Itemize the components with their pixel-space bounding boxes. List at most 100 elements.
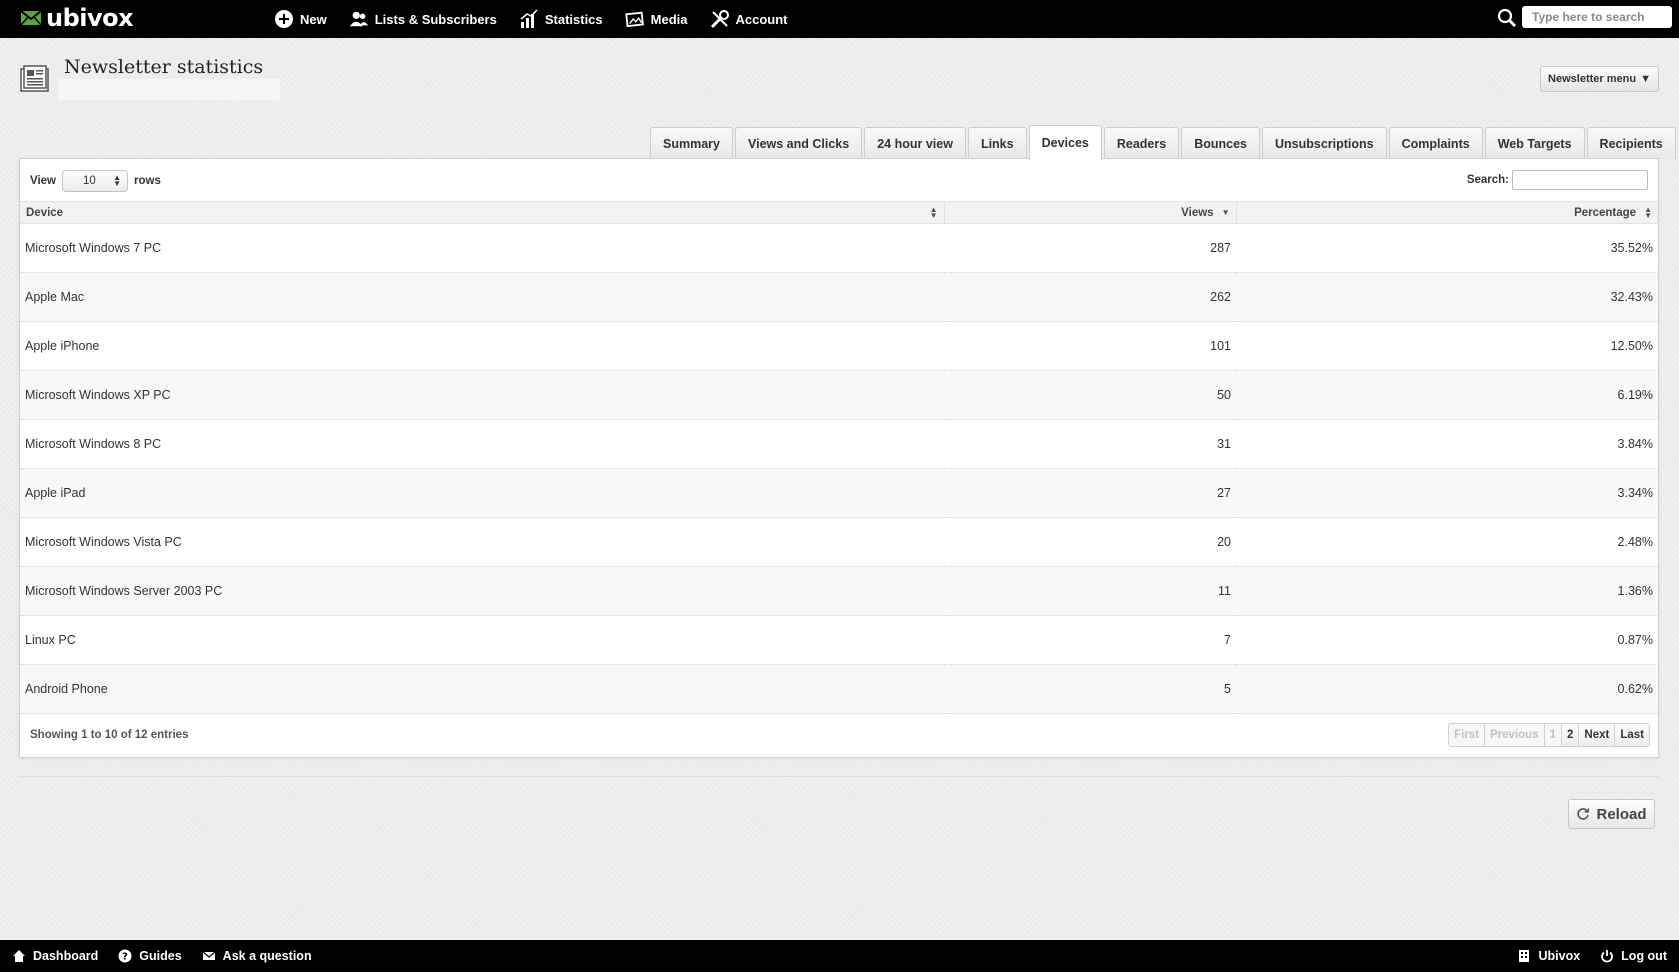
nav-new-label: New [300, 11, 327, 27]
nav-new[interactable]: New [274, 9, 327, 29]
tab-24-hour-view[interactable]: 24 hour view [864, 127, 966, 159]
views-cell: 11 [944, 566, 1236, 616]
percentage-cell: 3.34% [1236, 468, 1658, 518]
table-row: Apple Mac 262 32.43% [20, 272, 1658, 322]
table-row: Microsoft Windows Vista PC 20 2.48% [20, 517, 1658, 567]
mail-icon [202, 951, 216, 960]
device-cell: Android Phone [20, 664, 944, 714]
pager-last-button[interactable]: Last [1614, 723, 1650, 747]
views-cell: 287 [944, 223, 1236, 273]
column-header-views[interactable]: Views ▼ [943, 201, 1236, 224]
tab-complaints[interactable]: Complaints [1388, 127, 1483, 159]
nav-account-label: Account [735, 11, 788, 27]
rows-value: 10 [83, 175, 96, 187]
nav-lists-label: Lists & Subscribers [374, 11, 497, 27]
sort-both-icon: ▲ ▼ [929, 204, 938, 220]
nav-lists-subscribers[interactable]: Lists & Subscribers [349, 9, 497, 29]
footer-ask-label: Ask a question [222, 949, 312, 963]
tab-links[interactable]: Links [967, 127, 1027, 159]
rows-per-page-select[interactable]: 10 ▲ ▼ [62, 170, 128, 192]
device-cell: Microsoft Windows 8 PC [20, 419, 944, 469]
column-header-device[interactable]: Device ▲ ▼ [20, 201, 944, 224]
tab-readers[interactable]: Readers [1103, 127, 1180, 159]
footer-ask-link[interactable]: Ask a question [202, 949, 312, 963]
nav-media[interactable]: Media [624, 9, 688, 29]
power-icon [1601, 950, 1614, 963]
table-search-input[interactable] [1512, 170, 1648, 190]
footer-guides-link[interactable]: ? Guides [118, 949, 182, 963]
search-icon[interactable] [1497, 8, 1517, 28]
svg-text:?: ? [122, 952, 128, 963]
pager-page-1-button[interactable]: 1 [1543, 723, 1562, 747]
footer-logout-link[interactable]: Log out [1600, 949, 1667, 963]
newsletter-subtitle-area [58, 79, 280, 100]
main-nav: New Lists & Subscribers Statistics Media [274, 0, 810, 38]
percentage-cell: 12.50% [1236, 321, 1658, 371]
pager-page-2-button[interactable]: 2 [1561, 723, 1580, 747]
nav-statistics-label: Statistics [544, 11, 603, 27]
envelope-logo-icon [20, 10, 42, 26]
pager-previous-button[interactable]: Previous [1484, 723, 1545, 747]
table-row: Android Phone 5 0.62% [20, 664, 1658, 714]
table-body: Microsoft Windows 7 PC 287 35.52% Apple … [20, 223, 1658, 714]
table-row: Microsoft Windows 7 PC 287 35.52% [20, 223, 1658, 273]
footer-bar: Dashboard ? Guides Ask a question Ubivox [0, 940, 1679, 972]
caret-down-icon: ▼ [1640, 73, 1651, 85]
tab-devices[interactable]: Devices [1028, 125, 1102, 160]
percentage-cell: 6.19% [1236, 370, 1658, 420]
footer-left: Dashboard ? Guides Ask a question [12, 940, 332, 972]
footer-dashboard-link[interactable]: Dashboard [12, 949, 98, 963]
view-label: View [30, 175, 56, 187]
percentage-cell: 3.84% [1236, 419, 1658, 469]
newsletter-menu-button[interactable]: Newsletter menu ▼ [1540, 66, 1659, 92]
tab-recipients[interactable]: Recipients [1586, 127, 1676, 159]
percentage-cell: 35.52% [1236, 223, 1658, 273]
tab-web-targets[interactable]: Web Targets [1484, 127, 1585, 159]
table-row: Apple iPad 27 3.34% [20, 468, 1658, 518]
pager-first-button[interactable]: First [1448, 723, 1486, 747]
select-arrows-icon: ▲ ▼ [113, 173, 121, 188]
table-row: Microsoft Windows 8 PC 31 3.84% [20, 419, 1658, 469]
global-search-input[interactable] [1522, 6, 1672, 28]
page-title: Newsletter statistics [64, 56, 264, 78]
views-cell: 262 [944, 272, 1236, 322]
reload-button[interactable]: Reload [1568, 799, 1655, 829]
building-icon [1519, 950, 1530, 962]
percentage-cell: 1.36% [1236, 566, 1658, 616]
footer-logout-label: Log out [1621, 949, 1667, 963]
percentage-cell: 0.87% [1236, 615, 1658, 665]
tab-unsubscriptions[interactable]: Unsubscriptions [1262, 127, 1387, 159]
device-cell: Apple iPad [20, 468, 944, 518]
newsletter-menu-label: Newsletter menu [1548, 73, 1637, 85]
help-icon: ? [118, 949, 132, 963]
views-cell: 31 [944, 419, 1236, 469]
table-row: Microsoft Windows Server 2003 PC 11 1.36… [20, 566, 1658, 616]
nav-statistics[interactable]: Statistics [519, 9, 603, 29]
tab-bounces[interactable]: Bounces [1181, 127, 1260, 159]
table-search-label: Search: [1466, 174, 1509, 186]
nav-account[interactable]: Account [710, 9, 788, 29]
logo-text: ubivox [46, 4, 134, 32]
home-icon [13, 950, 25, 962]
device-cell: Apple iPhone [20, 321, 944, 371]
divider [19, 776, 1659, 777]
views-cell: 7 [944, 615, 1236, 665]
views-cell: 27 [944, 468, 1236, 518]
pagination: First Previous 1 2 Next Last [1448, 723, 1650, 747]
device-cell: Microsoft Windows Server 2003 PC [20, 566, 944, 616]
table-header-row: Device ▲ ▼ Views ▼ Percentage ▲ ▼ [20, 201, 1658, 224]
table-row: Apple iPhone 101 12.50% [20, 321, 1658, 371]
views-cell: 5 [944, 664, 1236, 714]
percentage-cell: 0.62% [1236, 664, 1658, 714]
column-label: Views [1181, 206, 1214, 219]
footer-ubivox-link[interactable]: Ubivox [1517, 949, 1580, 963]
tools-icon [710, 10, 729, 29]
column-header-percentage[interactable]: Percentage ▲ ▼ [1235, 201, 1658, 224]
pager-next-button[interactable]: Next [1578, 723, 1616, 747]
sort-both-icon: ▲ ▼ [1644, 204, 1652, 220]
nav-media-label: Media [650, 11, 688, 27]
tab-views-and-clicks[interactable]: Views and Clicks [734, 127, 863, 159]
top-navigation-bar: ubivox New Lists & Subscribers Statistic… [0, 0, 1679, 38]
ubivox-logo[interactable]: ubivox [20, 4, 134, 32]
tab-summary[interactable]: Summary [650, 127, 733, 159]
